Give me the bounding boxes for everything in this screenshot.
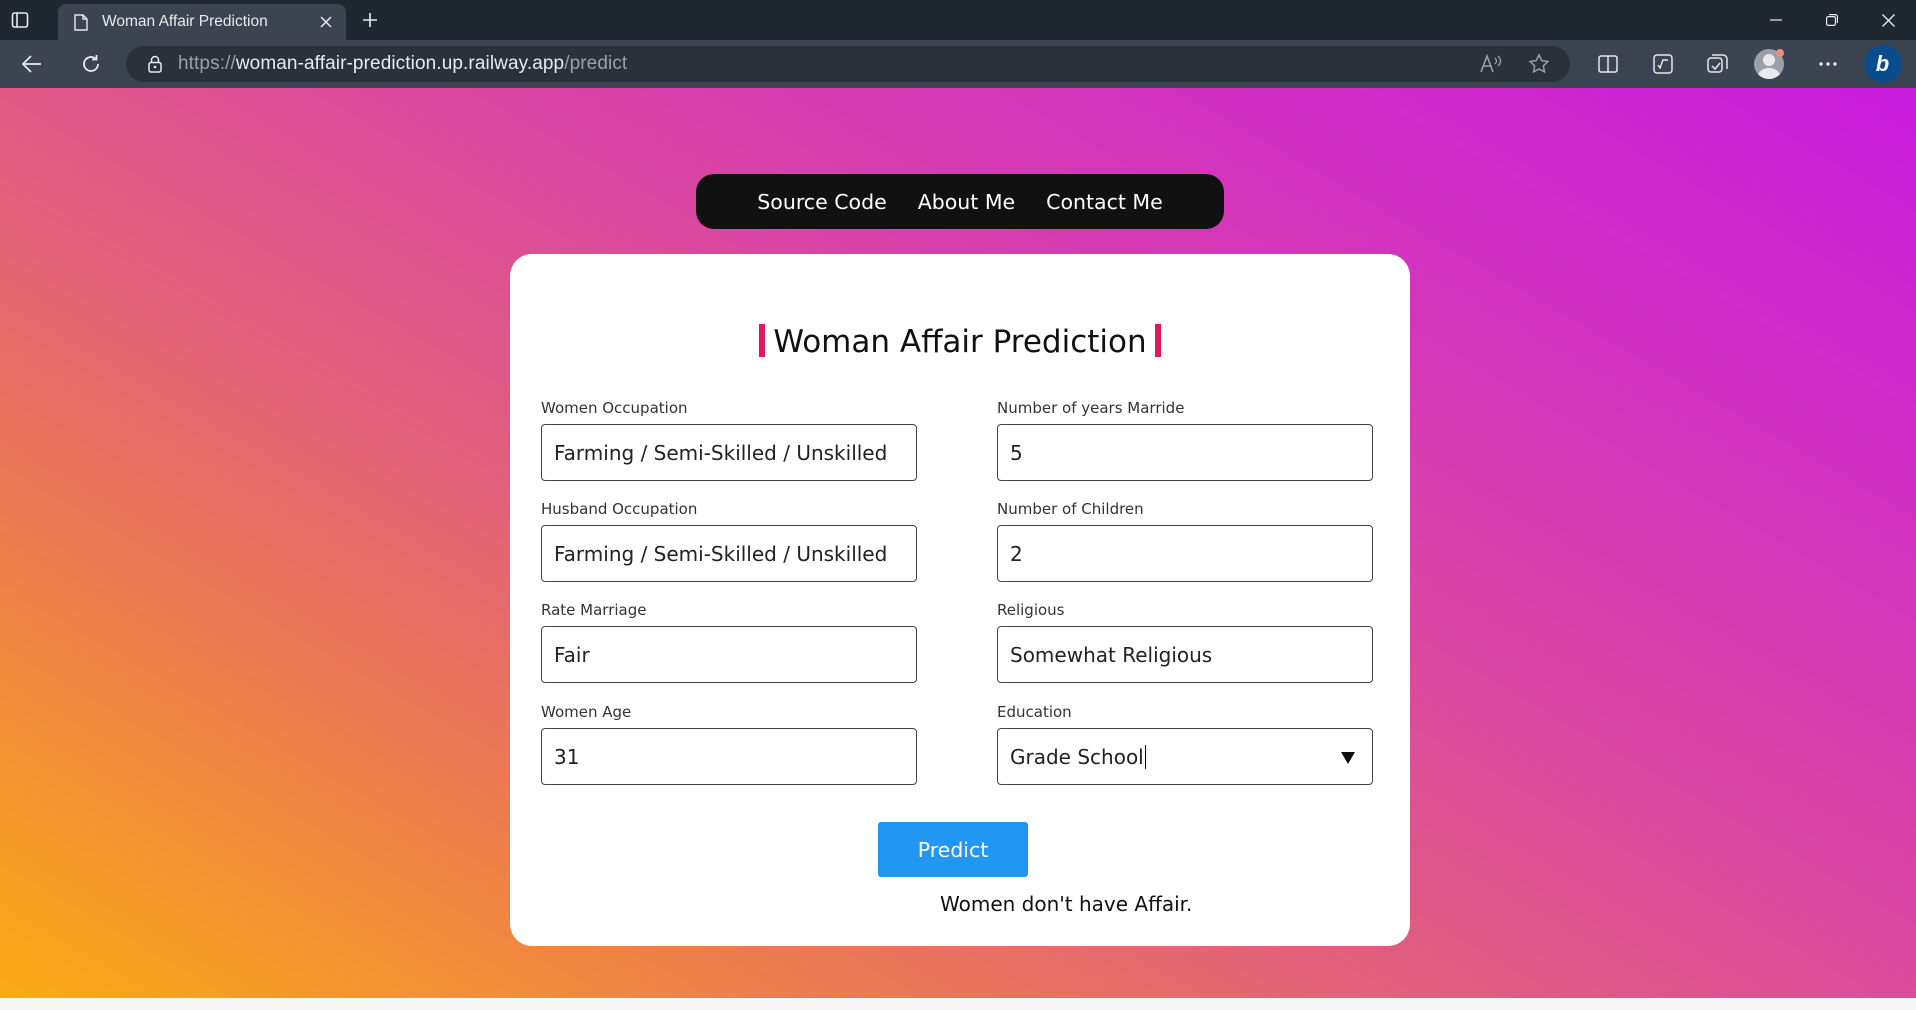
religious-field: Religious Somewhat Religious	[997, 601, 1373, 683]
window-controls	[1748, 0, 1916, 40]
predict-button[interactable]: Predict	[878, 822, 1028, 877]
math-solver-icon	[1652, 54, 1673, 74]
bing-icon: b	[1863, 45, 1902, 83]
restore-button[interactable]	[1804, 0, 1860, 40]
close-tab-icon[interactable]	[320, 16, 332, 28]
more-dots-icon	[1818, 62, 1837, 66]
years-married-input[interactable]: 5	[997, 424, 1373, 481]
page-icon	[74, 13, 88, 31]
page-bottom-edge	[0, 998, 1916, 1010]
profile-button[interactable]	[1745, 40, 1800, 88]
top-navigation: Source Code About Me Contact Me	[696, 174, 1224, 229]
notification-dot	[1775, 49, 1784, 57]
lock-icon	[148, 55, 162, 73]
title-accent-bar-left	[759, 324, 766, 357]
prediction-result: Women don't have Affair.	[940, 892, 1193, 916]
favorite-star-icon[interactable]	[1528, 53, 1550, 75]
tab-actions-icon	[11, 12, 29, 28]
title-accent-bar-right	[1154, 324, 1161, 357]
plus-icon	[363, 13, 377, 27]
nav-about-me[interactable]: About Me	[918, 190, 1015, 214]
rate-marriage-field: Rate Marriage Fair	[541, 601, 917, 683]
rate-marriage-input[interactable]: Fair	[541, 626, 917, 683]
back-button[interactable]	[0, 40, 64, 88]
address-bar[interactable]: https://woman-affair-prediction.up.railw…	[126, 46, 1570, 82]
more-menu-button[interactable]	[1800, 40, 1855, 88]
page-title: Woman Affair Prediction	[510, 324, 1410, 360]
text-cursor	[1144, 744, 1147, 769]
dropdown-caret-icon[interactable]	[1341, 752, 1355, 764]
women-age-input[interactable]: 31	[541, 728, 917, 785]
browser-tab-strip: Woman Affair Prediction	[0, 0, 1916, 40]
children-input[interactable]: 2	[997, 525, 1373, 582]
education-value: Grade School	[1010, 744, 1144, 769]
page-background: Source Code About Me Contact Me Woman Af…	[0, 88, 1916, 1010]
women-age-field: Women Age 31	[541, 703, 917, 785]
reload-button[interactable]	[64, 40, 118, 88]
split-screen-icon	[1597, 55, 1618, 73]
close-icon	[1881, 13, 1895, 27]
years-married-field: Number of years Marride 5	[997, 399, 1373, 481]
split-screen-button[interactable]	[1580, 40, 1635, 88]
restore-icon	[1826, 14, 1838, 26]
nav-source-code[interactable]: Source Code	[757, 190, 886, 214]
browser-toolbar: https://woman-affair-prediction.up.railw…	[0, 40, 1916, 88]
rate-marriage-label: Rate Marriage	[541, 601, 647, 619]
reload-icon	[83, 55, 99, 72]
close-window-button[interactable]	[1860, 0, 1916, 40]
women-age-label: Women Age	[541, 703, 632, 721]
husband-occupation-label: Husband Occupation	[541, 500, 698, 518]
math-solver-button[interactable]	[1635, 40, 1690, 88]
religious-input[interactable]: Somewhat Religious	[997, 626, 1373, 683]
education-field: Education Grade School	[997, 703, 1373, 785]
address-bar-actions	[1480, 46, 1550, 82]
toolbar-actions: b	[1580, 40, 1910, 88]
education-label: Education	[997, 703, 1072, 721]
collections-button[interactable]	[1690, 40, 1745, 88]
collections-icon	[1706, 54, 1728, 73]
years-married-label: Number of years Marride	[997, 399, 1185, 417]
religious-label: Religious	[997, 601, 1065, 619]
read-aloud-icon[interactable]	[1480, 54, 1502, 74]
husband-occupation-field: Husband Occupation Farming / Semi-Skille…	[541, 500, 917, 582]
new-tab-button[interactable]	[350, 0, 390, 40]
women-occupation-label: Women Occupation	[541, 399, 688, 417]
back-arrow-icon	[22, 55, 41, 73]
prediction-form-card: Woman Affair Prediction Women Occupation…	[510, 254, 1410, 946]
minimize-button[interactable]	[1748, 0, 1804, 40]
tab-actions-button[interactable]	[0, 0, 40, 40]
copilot-button[interactable]: b	[1855, 40, 1910, 88]
children-field: Number of Children 2	[997, 500, 1373, 582]
women-occupation-input[interactable]: Farming / Semi-Skilled / Unskilled	[541, 424, 917, 481]
education-select-box[interactable]: Grade School	[997, 728, 1373, 785]
women-occupation-field: Women Occupation Farming / Semi-Skilled …	[541, 399, 917, 481]
tab-title: Woman Affair Prediction	[102, 13, 268, 30]
minimize-icon	[1770, 19, 1782, 21]
browser-tab-active[interactable]: Woman Affair Prediction	[58, 4, 346, 40]
education-select[interactable]: Grade School	[997, 728, 1373, 785]
url-text: https://woman-affair-prediction.up.railw…	[178, 53, 628, 74]
husband-occupation-input[interactable]: Farming / Semi-Skilled / Unskilled	[541, 525, 917, 582]
nav-contact-me[interactable]: Contact Me	[1046, 190, 1163, 214]
children-label: Number of Children	[997, 500, 1144, 518]
